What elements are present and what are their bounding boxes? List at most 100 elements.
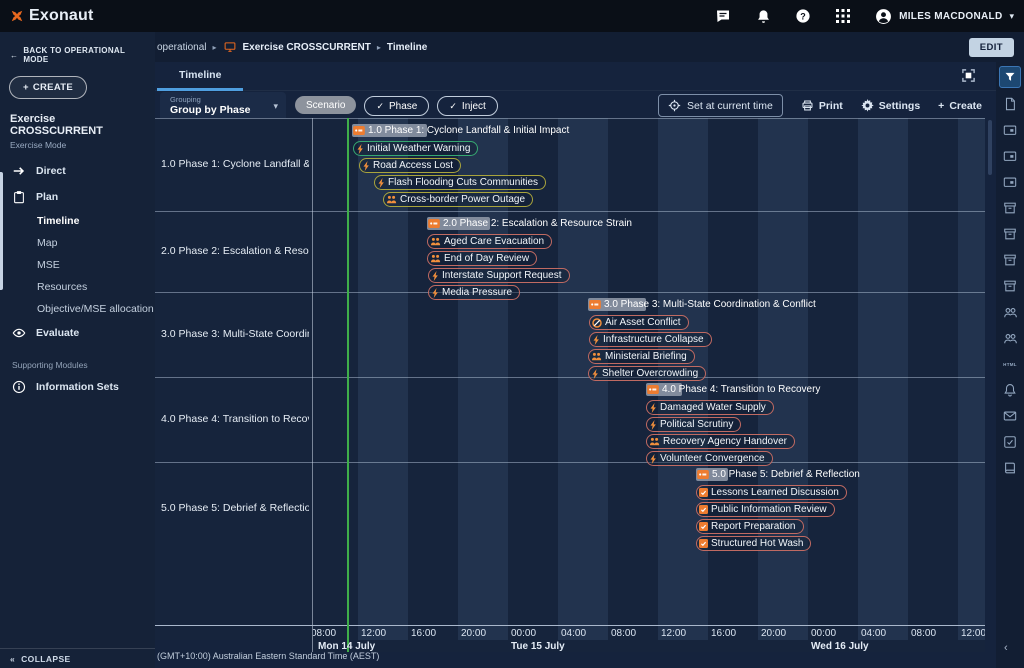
- chat-icon[interactable]: [714, 7, 732, 25]
- people2-icon[interactable]: [1002, 304, 1018, 320]
- inject-item[interactable]: Report Preparation: [696, 519, 804, 534]
- inject-item[interactable]: Media Pressure: [428, 285, 520, 300]
- sidebar-collapse-button[interactable]: « COLLAPSE: [0, 648, 155, 668]
- chip-scenario[interactable]: Scenario: [295, 96, 356, 114]
- inject-item[interactable]: Structured Hot Wash: [696, 536, 811, 551]
- axis-tick-label: 04:00: [561, 628, 586, 639]
- collapse-panel-chevron-icon[interactable]: ‹: [1004, 642, 1008, 654]
- inject-label: Interstate Support Request: [442, 270, 562, 281]
- inject-label: Cross-border Power Outage: [400, 194, 525, 205]
- axis-tick-label: 04:00: [861, 628, 886, 639]
- archive-icon[interactable]: [1002, 226, 1018, 242]
- chevron-down-icon: ▾: [1009, 11, 1014, 22]
- create-timeline-item-button[interactable]: + Create: [938, 100, 982, 112]
- svg-text:?: ?: [800, 11, 806, 21]
- user-menu[interactable]: MILES MACDONALD ▾: [874, 7, 1014, 25]
- inject-item[interactable]: Cross-border Power Outage: [383, 192, 533, 207]
- archive-icon[interactable]: [1002, 278, 1018, 294]
- breadcrumb-item[interactable]: Exercise CROSSCURRENT: [243, 42, 371, 53]
- card-icon[interactable]: [1002, 174, 1018, 190]
- settings-button[interactable]: Settings: [861, 99, 920, 112]
- edit-icon: [699, 505, 708, 514]
- breadcrumb-item[interactable]: operational: [157, 42, 206, 53]
- bolt-icon: [649, 403, 657, 413]
- sidebar-item-objective-mse-allocation[interactable]: Objective/MSE allocation: [0, 298, 155, 320]
- target-icon: [668, 99, 681, 112]
- inject-item[interactable]: Recovery Agency Handover: [646, 434, 795, 449]
- user-name: MILES MACDONALD: [899, 11, 1002, 22]
- inject-label: Volunteer Convergence: [660, 453, 765, 464]
- grouping-select[interactable]: Grouping Group by Phase ▾: [160, 92, 286, 120]
- inject-item[interactable]: Public Information Review: [696, 502, 835, 517]
- apps-grid-icon[interactable]: [834, 7, 852, 25]
- notifications-bell-icon[interactable]: [754, 7, 772, 25]
- edit-button[interactable]: EDIT: [969, 38, 1014, 57]
- task-icon[interactable]: [1002, 434, 1018, 450]
- time-band: [758, 118, 808, 640]
- inject-item[interactable]: Road Access Lost: [359, 158, 461, 173]
- inject-item[interactable]: Air Asset Conflict: [589, 315, 689, 330]
- inject-item[interactable]: End of Day Review: [427, 251, 537, 266]
- phase-bar-label: 5.0 Phase 5: Debrief & Reflection: [697, 468, 860, 481]
- phase-bar-text: 1.0 Phase 1: Cyclone Landfall & Initial …: [368, 125, 569, 136]
- card-icon[interactable]: [1002, 148, 1018, 164]
- people2-icon[interactable]: [1002, 330, 1018, 346]
- inject-item[interactable]: Initial Weather Warning: [353, 141, 478, 156]
- sidebar-item-information-sets[interactable]: Information Sets: [0, 374, 155, 400]
- fullscreen-icon[interactable]: [961, 68, 976, 83]
- archive-icon[interactable]: [1002, 200, 1018, 216]
- exonaut-logo[interactable]: Exonaut: [10, 7, 94, 25]
- card-icon[interactable]: [1002, 122, 1018, 138]
- sidebar-item-plan[interactable]: Plan: [0, 184, 155, 210]
- sidebar-item-direct[interactable]: Direct: [0, 158, 155, 184]
- inject-item[interactable]: Shelter Overcrowding: [588, 366, 706, 381]
- book-icon[interactable]: [1002, 460, 1018, 476]
- sidebar-item-mse[interactable]: MSE: [0, 254, 155, 276]
- mail-icon[interactable]: [1002, 408, 1018, 424]
- phase-bar-text: 5.0 Phase 5: Debrief & Reflection: [712, 469, 860, 480]
- print-button[interactable]: Print: [801, 99, 843, 112]
- inject-item[interactable]: Flash Flooding Cuts Communities: [374, 175, 546, 190]
- inject-label: End of Day Review: [444, 253, 529, 264]
- back-to-operational-mode-link[interactable]: ← BACK TO OPERATIONAL MODE: [0, 32, 155, 64]
- create-button[interactable]: + CREATE: [9, 76, 87, 99]
- inject-item[interactable]: Infrastructure Collapse: [589, 332, 712, 347]
- chip-inject[interactable]: ✓Inject: [437, 96, 497, 116]
- axis-tick-label: 00:00: [811, 628, 836, 639]
- inject-item[interactable]: Political Scrutiny: [646, 417, 741, 432]
- set-at-current-time-button[interactable]: Set at current time: [658, 94, 783, 117]
- phase-icon: [647, 385, 659, 394]
- help-icon[interactable]: ?: [794, 7, 812, 25]
- breadcrumb-row: operational▸Exercise CROSSCURRENT▸Timeli…: [155, 32, 1024, 62]
- tab-bar: Timeline: [155, 62, 996, 91]
- sidebar-item-label: Direct: [36, 165, 66, 177]
- bell-icon[interactable]: [1002, 382, 1018, 398]
- sidebar-item-map[interactable]: Map: [0, 232, 155, 254]
- inject-item[interactable]: Interstate Support Request: [428, 268, 570, 283]
- file-icon[interactable]: [1002, 96, 1018, 112]
- inject-item[interactable]: Lessons Learned Discussion: [696, 485, 847, 500]
- sidebar-item-timeline[interactable]: Timeline: [0, 210, 155, 232]
- check-icon: ✓: [376, 101, 384, 112]
- inject-item[interactable]: Aged Care Evacuation: [427, 234, 552, 249]
- chip-phase[interactable]: ✓Phase: [364, 96, 429, 116]
- sidebar-item-resources[interactable]: Resources: [0, 276, 155, 298]
- inject-label: Shelter Overcrowding: [602, 368, 698, 379]
- archive-icon[interactable]: [1002, 252, 1018, 268]
- inject-item[interactable]: Damaged Water Supply: [646, 400, 774, 415]
- inject-item[interactable]: Volunteer Convergence: [646, 451, 773, 466]
- edit-icon: [699, 539, 708, 548]
- sidebar-item-label: Evaluate: [36, 327, 79, 339]
- breadcrumb-item[interactable]: Timeline: [387, 42, 427, 53]
- time-band: [958, 118, 985, 640]
- inject-item[interactable]: Ministerial Briefing: [588, 349, 695, 364]
- tab-timeline[interactable]: Timeline: [157, 62, 243, 91]
- html-icon[interactable]: HTML: [1002, 356, 1018, 372]
- axis-tick-label: 16:00: [411, 628, 436, 639]
- bolt-icon: [649, 420, 657, 430]
- vertical-scrollbar-thumb[interactable]: [988, 120, 992, 175]
- sidebar-item-evaluate[interactable]: Evaluate: [0, 320, 155, 346]
- filter-icon[interactable]: [999, 66, 1021, 88]
- bolt-icon: [431, 288, 439, 298]
- bolt-icon: [377, 178, 385, 188]
